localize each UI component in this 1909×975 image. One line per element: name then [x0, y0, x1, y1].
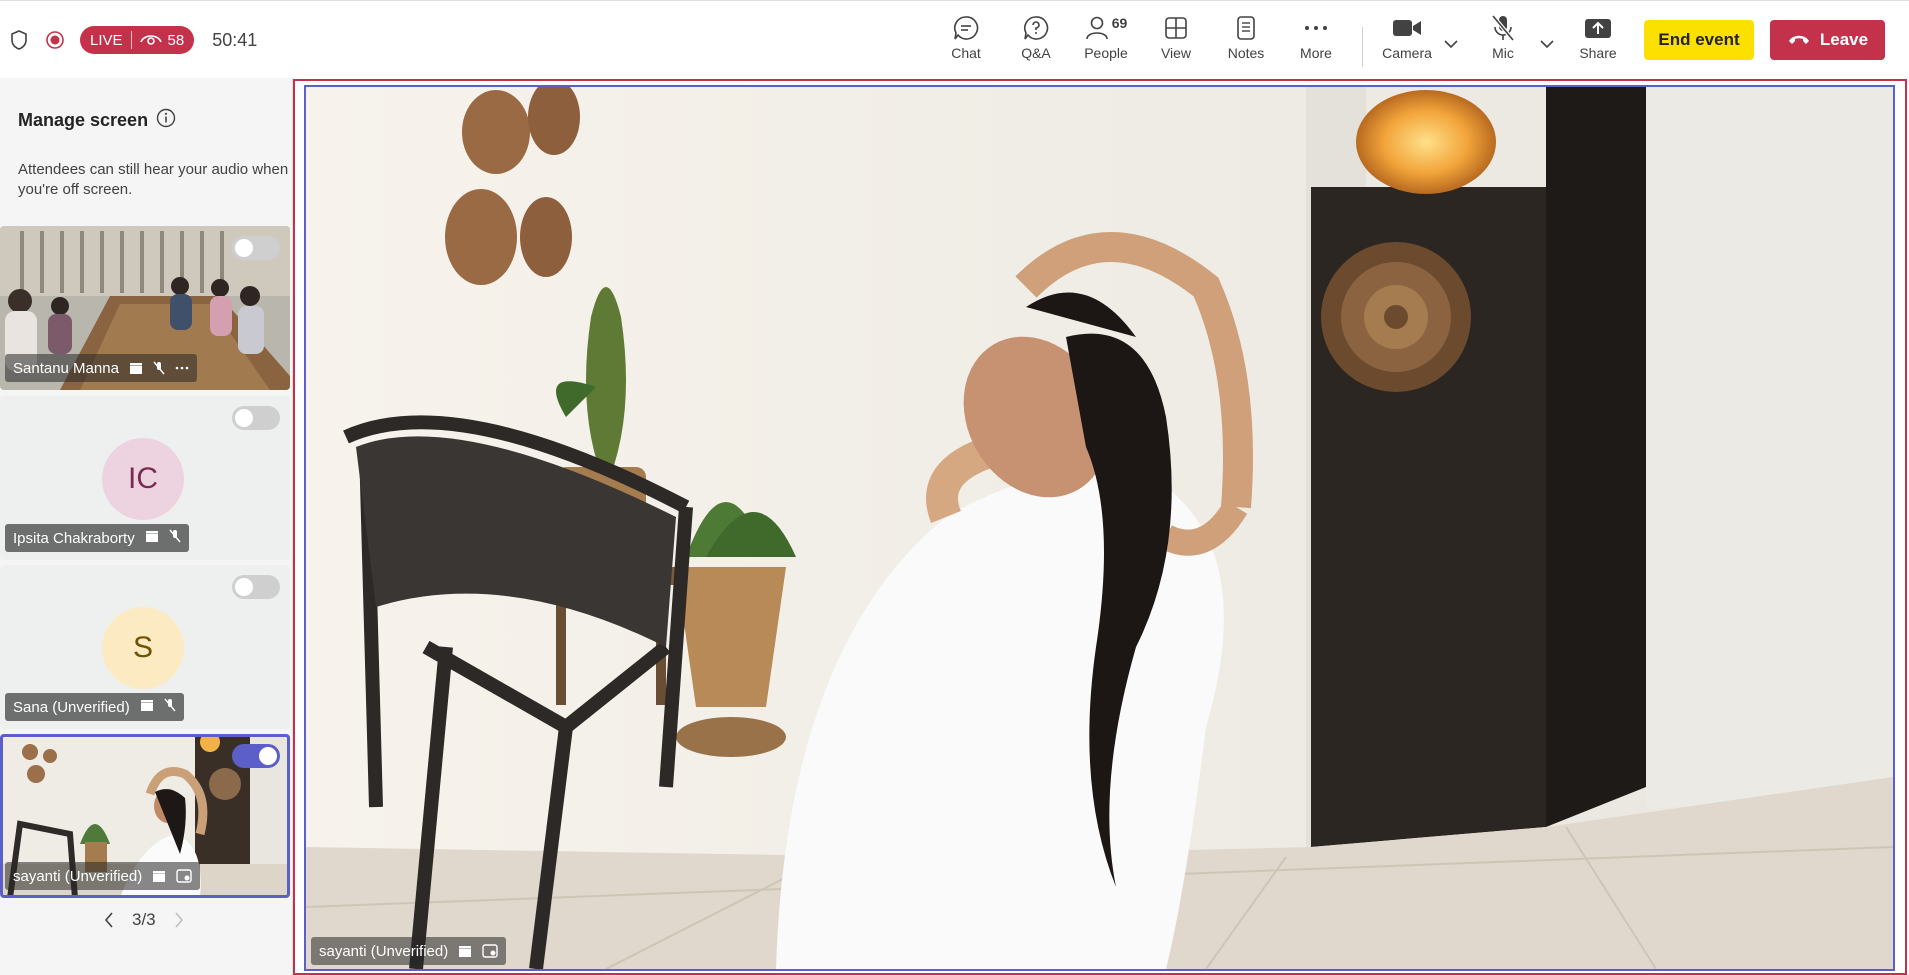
panel-header: Manage screen — [18, 108, 176, 133]
speaker-name-tag: sayanti (Unverified) — [311, 937, 507, 965]
recording-icon[interactable] — [44, 29, 66, 51]
viewer-count: 58 — [139, 31, 185, 49]
panel-title: Manage screen — [18, 110, 149, 130]
viewer-count-value: 58 — [167, 31, 185, 49]
grid-view-icon — [1164, 11, 1188, 45]
participant-tile-sayanti[interactable]: sayanti (Unverified) — [0, 734, 290, 898]
meeting-toolbar: LIVE 58 50:41 Chat Q&A 69 People View No… — [0, 0, 1909, 79]
on-screen-toggle[interactable] — [232, 575, 280, 599]
mic-button[interactable]: Mic — [1472, 11, 1534, 69]
screen-share-icon — [176, 869, 192, 883]
chat-label: Chat — [951, 45, 981, 61]
leave-label: Leave — [1819, 30, 1869, 49]
info-icon[interactable] — [156, 108, 176, 133]
share-label: Share — [1579, 45, 1617, 61]
people-icon: 69 — [1085, 11, 1128, 45]
live-label: LIVE — [90, 31, 123, 49]
share-button[interactable]: Share — [1567, 11, 1629, 69]
mic-label: Mic — [1492, 45, 1514, 61]
mic-off-icon — [169, 529, 181, 547]
live-badge[interactable]: LIVE 58 — [80, 26, 195, 54]
mic-off-icon — [153, 361, 165, 375]
participant-name: Sana (Unverified) — [13, 698, 130, 716]
participant-name-tag: Ipsita Chakraborty — [5, 524, 189, 552]
eye-icon — [139, 31, 162, 49]
speaker-name: sayanti (Unverified) — [319, 942, 449, 960]
main-video-stage[interactable]: sayanti (Unverified) — [304, 85, 1895, 971]
clapperboard-icon — [129, 361, 143, 375]
panel-description: Attendees can still hear your audio when… — [18, 161, 289, 198]
on-screen-toggle[interactable] — [232, 406, 280, 430]
chat-button[interactable]: Chat — [935, 11, 997, 69]
camera-button[interactable]: Camera — [1376, 11, 1438, 69]
participant-name: Ipsita Chakraborty — [13, 529, 135, 547]
live-badge-divider — [130, 31, 132, 49]
toggle-knob — [235, 578, 253, 596]
participant-pager: 3/3 — [100, 910, 188, 930]
chat-icon — [953, 11, 979, 45]
end-event-button[interactable]: End event — [1644, 20, 1754, 60]
speaker-video — [306, 87, 1893, 969]
mic-off-icon — [164, 698, 176, 716]
more-icon — [1304, 11, 1328, 45]
hang-up-icon — [1787, 30, 1811, 50]
meeting-status-area: LIVE 58 50:41 — [8, 21, 257, 59]
participant-name-tag: Sana (Unverified) — [5, 693, 184, 721]
camera-icon — [1392, 11, 1422, 45]
more-button[interactable]: More — [1285, 11, 1347, 69]
people-count: 69 — [1111, 15, 1128, 31]
shield-icon[interactable] — [8, 29, 30, 51]
more-options-icon[interactable] — [175, 366, 189, 370]
share-icon — [1584, 11, 1612, 45]
toolbar-divider — [1362, 27, 1363, 67]
chevron-right-icon[interactable] — [170, 911, 188, 929]
meeting-timer: 50:41 — [212, 29, 258, 50]
clapperboard-icon — [458, 944, 472, 958]
qa-icon — [1022, 11, 1050, 45]
participant-name: sayanti (Unverified) — [13, 867, 143, 885]
clapperboard-icon — [145, 529, 159, 547]
view-label: View — [1160, 45, 1192, 61]
participant-tile-sana[interactable]: S Sana (Unverified) — [0, 565, 290, 729]
participant-name-tag: sayanti (Unverified) — [5, 862, 201, 890]
on-screen-toggle[interactable] — [232, 236, 280, 260]
page-indicator: 3/3 — [132, 910, 156, 929]
people-label: People — [1084, 45, 1128, 61]
clapperboard-icon — [152, 869, 166, 883]
notes-button[interactable]: Notes — [1215, 11, 1277, 69]
clapperboard-icon — [140, 698, 154, 716]
people-button[interactable]: 69 People — [1075, 11, 1137, 69]
camera-label: Camera — [1382, 45, 1432, 61]
participant-tile-santanu-manna[interactable]: Santanu Manna — [0, 226, 290, 390]
screen-share-icon — [482, 944, 498, 958]
mic-options-chevron-icon[interactable] — [1538, 35, 1556, 53]
notes-label: Notes — [1227, 45, 1265, 61]
leave-button[interactable]: Leave — [1770, 20, 1885, 60]
participant-tile-ipsita-chakraborty[interactable]: IC Ipsita Chakraborty — [0, 396, 290, 560]
toggle-knob — [235, 239, 253, 257]
view-button[interactable]: View — [1145, 11, 1207, 69]
toggle-knob — [235, 409, 253, 427]
participant-name: Santanu Manna — [13, 359, 119, 377]
mic-muted-icon — [1491, 11, 1515, 45]
more-label: More — [1300, 45, 1332, 61]
qa-label: Q&A — [1021, 45, 1051, 61]
participant-name-tag: Santanu Manna — [5, 354, 197, 382]
notes-icon — [1235, 11, 1257, 45]
avatar: IC — [102, 438, 184, 520]
manage-screen-panel: Manage screen Attendees can still hear y… — [0, 78, 293, 975]
avatar: S — [102, 607, 184, 689]
toggle-knob — [259, 747, 277, 765]
chevron-left-icon[interactable] — [100, 911, 118, 929]
qa-button[interactable]: Q&A — [1005, 11, 1067, 69]
camera-options-chevron-icon[interactable] — [1442, 35, 1460, 53]
on-screen-toggle[interactable] — [232, 744, 280, 768]
